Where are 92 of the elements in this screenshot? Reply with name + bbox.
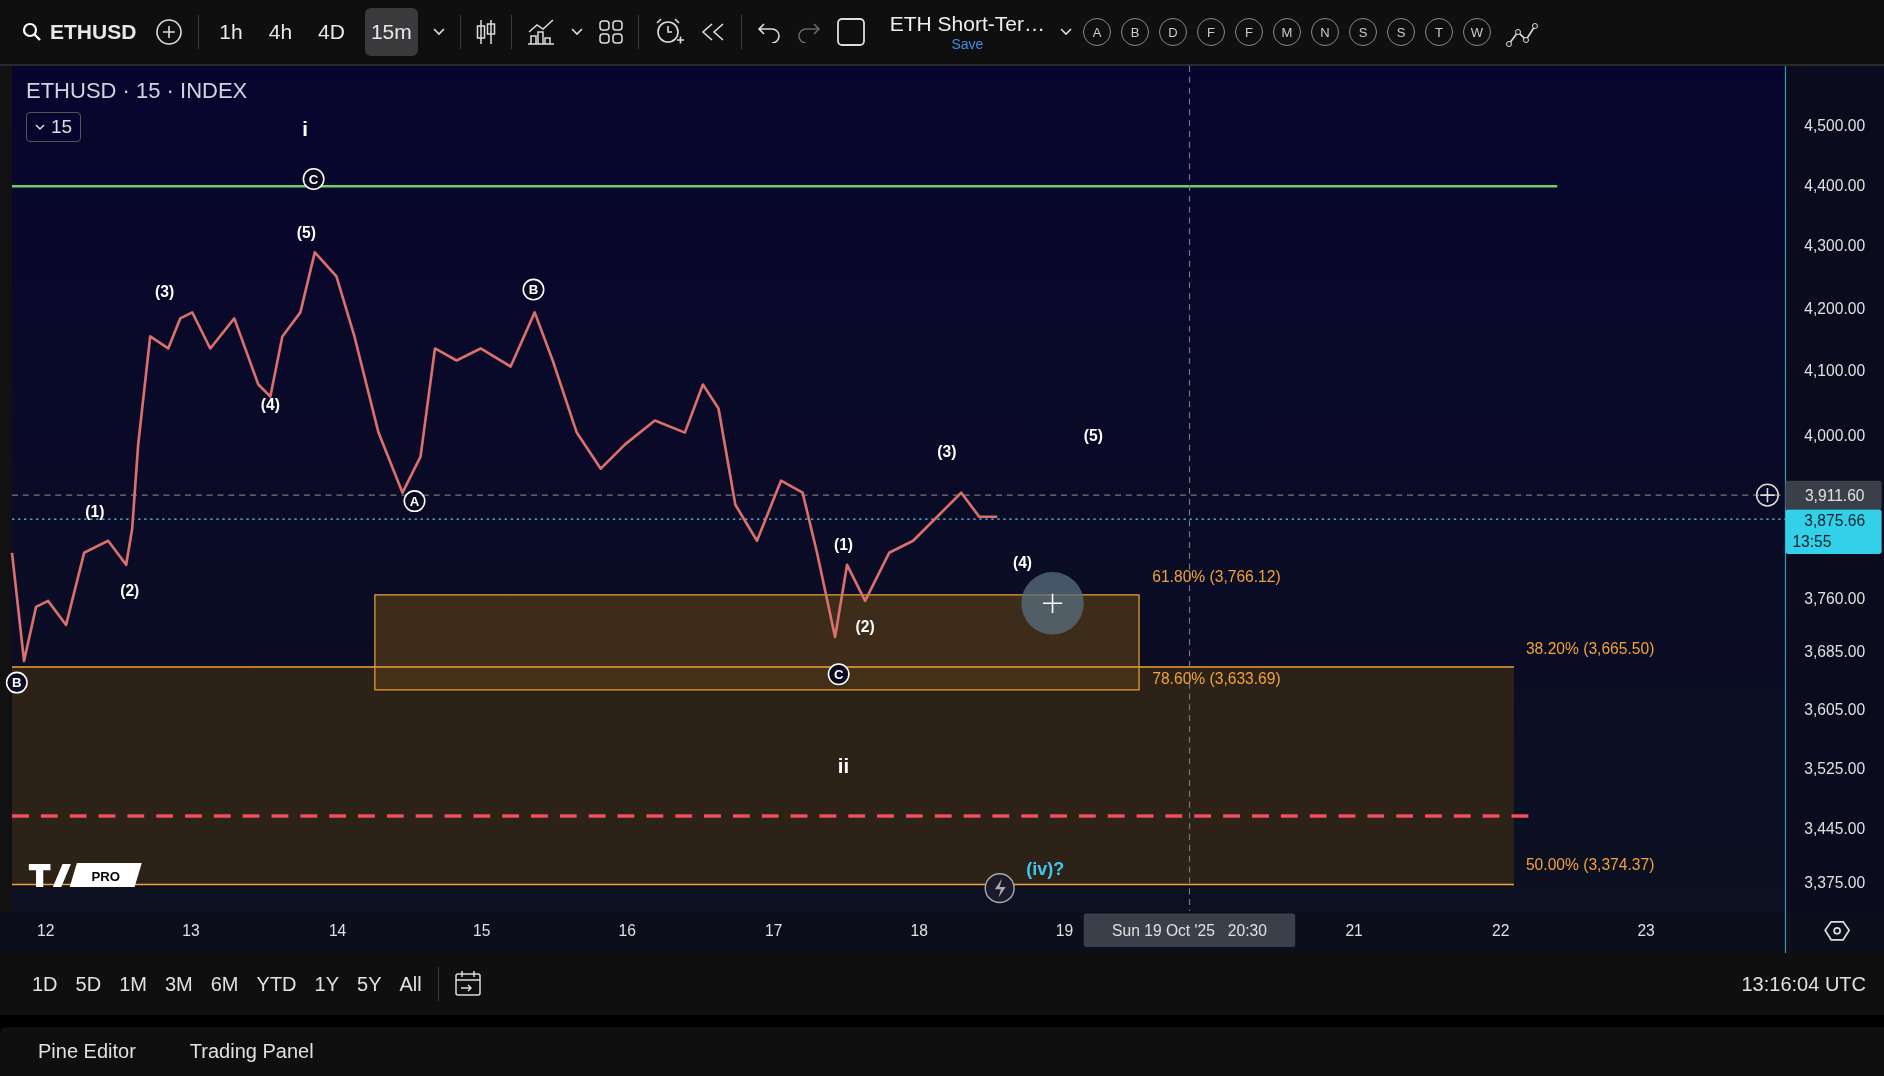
price-axis-label: 3,445.00 (1804, 820, 1866, 838)
caret-icon[interactable] (569, 27, 584, 37)
price-chart[interactable] (0, 66, 1884, 911)
layout-grid-icon[interactable] (597, 19, 624, 45)
wave-label[interactable]: B (522, 278, 545, 301)
wave-label[interactable]: (iv)? (1026, 858, 1065, 879)
fibonacci-level-label: 50.00% (3,374.37) (1525, 856, 1655, 874)
date-range-button[interactable]: All (397, 968, 424, 1000)
calendar-icon[interactable] (452, 970, 483, 998)
fibonacci-level-label: 38.20% (3,665.50) (1525, 639, 1655, 657)
add-symbol-icon[interactable] (154, 17, 185, 47)
price-axis-label: 4,200.00 (1804, 299, 1866, 317)
date-range-button[interactable]: 6M (208, 968, 241, 1000)
date-range-button[interactable]: 5D (73, 968, 104, 1000)
fibonacci-level-label: 78.60% (3,633.69) (1152, 669, 1281, 687)
date-range-button[interactable]: 1Y (312, 968, 341, 1000)
horizontal-line[interactable] (12, 185, 1558, 188)
date-range-button[interactable]: 1M (117, 968, 149, 1000)
time-axis-label: 21 (1345, 922, 1363, 940)
wave-label[interactable]: (4) (260, 395, 280, 413)
time-axis-label: 16 (618, 922, 636, 940)
wave-label[interactable]: (4) (1012, 554, 1033, 572)
wave-label[interactable]: (1) (833, 536, 853, 554)
price-axis-label: 4,300.00 (1804, 237, 1866, 255)
interval-dropdown[interactable]: 15 (26, 112, 82, 142)
settings-icon[interactable] (1824, 920, 1851, 941)
wave-label[interactable]: (2) (120, 582, 140, 600)
indicators-icon[interactable] (525, 18, 556, 46)
candlestick-icon[interactable] (474, 18, 497, 46)
date-range-button[interactable]: YTD (254, 968, 299, 1000)
undo-icon[interactable] (755, 21, 782, 43)
time-axis-label: 22 (1492, 922, 1510, 940)
time-axis-label: 13 (182, 922, 200, 940)
search-icon (22, 22, 42, 42)
square-icon[interactable] (835, 17, 866, 47)
fibonacci-zone[interactable] (12, 667, 1514, 885)
wave-label[interactable]: A (403, 490, 426, 513)
wave-label[interactable]: (3) (155, 282, 175, 300)
save-link[interactable]: Save (951, 36, 984, 52)
crosshair-price-tag: 3,911.60 (1785, 480, 1882, 510)
logo-icon (28, 864, 71, 887)
interval-button[interactable]: 4h (262, 8, 299, 56)
wave-label[interactable]: i (302, 117, 308, 140)
panel-tab[interactable]: Pine Editor (36, 1036, 138, 1067)
wave-label[interactable]: C (827, 663, 850, 686)
caret-icon[interactable] (1059, 27, 1073, 37)
wave-label[interactable]: C (302, 168, 325, 190)
price-axis-label: 3,685.00 (1804, 643, 1866, 661)
price-axis-label: 3,760.00 (1804, 590, 1866, 608)
layout-name[interactable]: ETH Short-Ter… (889, 12, 1045, 36)
caret-icon (35, 123, 45, 131)
cursor-icon (1021, 572, 1084, 635)
wave-label[interactable]: (5) (1083, 427, 1103, 444)
interval-button[interactable]: 15m (364, 8, 418, 56)
utc-clock[interactable]: 13:16:04 UTC (1741, 972, 1866, 996)
redo-icon[interactable] (795, 21, 822, 43)
price-axis-label: 3,605.00 (1804, 701, 1866, 719)
time-axis-label: 12 (36, 922, 55, 940)
date-range-button[interactable]: 3M (162, 968, 195, 1000)
time-axis-label: 19 (1055, 922, 1074, 940)
caret-icon[interactable] (431, 27, 446, 37)
time-axis-label: 17 (765, 922, 783, 940)
time-axis-label: 15 (473, 922, 491, 940)
add-alert-icon[interactable] (1755, 483, 1780, 507)
price-axis-label: 4,400.00 (1804, 177, 1866, 194)
lightning-icon[interactable] (984, 873, 1015, 904)
panel-tab[interactable]: Trading Panel (187, 1036, 316, 1067)
price-axis-label: 3,375.00 (1804, 874, 1866, 892)
wave-label[interactable]: (2) (855, 618, 875, 636)
wave-label[interactable]: (1) (85, 502, 105, 520)
price-axis-label: 4,000.00 (1804, 427, 1866, 444)
price-axis-label: 4,100.00 (1804, 362, 1866, 380)
price-axis-label: 4,500.00 (1804, 116, 1866, 134)
crosshair-time-tag: Sun 19 Oct '25 20:30 (1083, 913, 1296, 947)
fibonacci-line[interactable] (11, 883, 1515, 886)
time-axis-label: 14 (328, 922, 347, 940)
fibonacci-zone[interactable] (374, 594, 1140, 691)
date-range-button[interactable]: 5Y (355, 968, 384, 1000)
date-range-button[interactable]: 1D (30, 968, 60, 1000)
symbol-search-button[interactable]: ETHUSD (18, 14, 141, 50)
chart-legend: ETHUSD · 15 · INDEX (26, 78, 248, 104)
wave-label[interactable]: B (5, 671, 28, 694)
fibonacci-level-label: 61.80% (3,766.12) (1152, 567, 1281, 585)
price-axis-label: 3,525.00 (1804, 759, 1866, 777)
time-axis-label: 23 (1637, 922, 1655, 940)
wave-label[interactable]: ii (837, 754, 850, 777)
interval-button[interactable]: 4D (312, 8, 351, 56)
wave-label[interactable]: (5) (296, 223, 316, 241)
time-axis-label: 18 (910, 922, 928, 940)
last-price-tag: 3,875.66 13:55 (1785, 509, 1882, 554)
interval-button[interactable]: 1h (213, 8, 249, 56)
wave-label[interactable]: (3) (937, 442, 957, 460)
